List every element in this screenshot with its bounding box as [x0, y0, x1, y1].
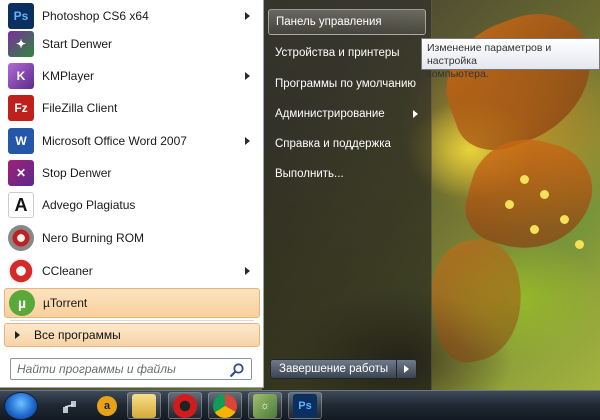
denwer-start-icon: ✦ [8, 31, 34, 57]
submenu-arrow-icon [245, 12, 250, 20]
tooltip-line: компьютера. [427, 68, 489, 80]
program-label: Microsoft Office Word 2007 [42, 134, 187, 148]
photoshop-taskbar-icon[interactable]: Ps [293, 394, 317, 418]
devices-printers-link[interactable]: Устройства и принтеры [268, 40, 426, 66]
program-label: Nero Burning ROM [42, 231, 145, 245]
ccleaner-icon [8, 258, 34, 284]
butterfly-wing [429, 0, 600, 163]
administration-link[interactable]: Администрирование [268, 101, 426, 127]
tooltip-line: Изменение параметров и настройка [427, 42, 552, 67]
wing-spot [560, 215, 569, 224]
program-label: KMPlayer [42, 69, 95, 83]
divider [10, 320, 254, 321]
wing-spot [520, 175, 529, 184]
opera-icon[interactable] [173, 394, 197, 418]
program-item-filezilla[interactable]: Fz FileZilla Client [4, 93, 260, 123]
explorer-folder-icon[interactable] [132, 394, 156, 418]
avast-icon[interactable]: a [97, 396, 117, 416]
submenu-arrow-icon [245, 137, 250, 145]
control-panel-link[interactable]: Панель управления [268, 9, 426, 35]
triangle-right-icon [15, 331, 20, 339]
run-link[interactable]: Выполнить... [268, 161, 426, 187]
filezilla-icon: Fz [8, 95, 34, 121]
photoshop-icon: Ps [8, 3, 34, 29]
nero-icon [8, 225, 34, 251]
shutdown-button[interactable]: Завершение работы [270, 359, 398, 379]
denwer-taskbar-icon[interactable]: ☼ [253, 394, 277, 418]
start-menu-left-pane: Ps Photoshop CS6 x64 ✦ Start Denwer K KM… [0, 0, 264, 388]
program-label: Photoshop CS6 x64 [42, 9, 149, 23]
program-item-utorrent[interactable]: µ µTorrent [4, 288, 260, 318]
kmplayer-icon: K [8, 63, 34, 89]
tooltip: Изменение параметров и настройка компьют… [421, 38, 600, 80]
program-item-ccleaner[interactable]: CCleaner [4, 256, 260, 286]
denwer-stop-icon: ✕ [8, 160, 34, 186]
program-label: µTorrent [43, 296, 88, 310]
all-programs-label: Все программы [34, 328, 121, 342]
program-item-photoshop[interactable]: Ps Photoshop CS6 x64 [4, 1, 260, 31]
chrome-icon[interactable] [213, 394, 237, 418]
start-orb-icon[interactable] [4, 392, 38, 420]
utorrent-icon: µ [9, 290, 35, 316]
search-box[interactable] [10, 358, 252, 380]
right-item-label: Администрирование [275, 108, 385, 120]
shutdown-label: Завершение работы [279, 363, 389, 375]
wing-spot [530, 225, 539, 234]
taskbar: a ☼ Ps [0, 390, 600, 420]
right-item-label: Справка и поддержка [275, 138, 391, 150]
submenu-arrow-icon [245, 72, 250, 80]
program-item-kmplayer[interactable]: K KMPlayer [4, 61, 260, 91]
all-programs-button[interactable]: Все программы [4, 323, 260, 347]
program-label: FileZilla Client [42, 101, 118, 115]
program-label: Stop Denwer [42, 166, 112, 180]
wing-spot [505, 200, 514, 209]
right-item-label: Устройства и принтеры [275, 47, 400, 59]
network-icon[interactable] [58, 394, 82, 418]
word-icon: W [8, 128, 34, 154]
search-icon[interactable] [229, 362, 245, 378]
triangle-right-icon [404, 365, 410, 373]
program-label: Advego Plagiatus [42, 198, 136, 212]
shutdown-options-button[interactable] [397, 359, 418, 379]
butterfly-wing [422, 233, 532, 367]
program-label: Start Denwer [42, 37, 113, 51]
help-support-link[interactable]: Справка и поддержка [268, 131, 426, 157]
program-item-start-denwer[interactable]: ✦ Start Denwer [4, 29, 260, 59]
program-item-advego[interactable]: A Advego Plagiatus [4, 190, 260, 220]
program-item-nero[interactable]: Nero Burning ROM [4, 223, 260, 253]
program-item-word[interactable]: W Microsoft Office Word 2007 [4, 126, 260, 156]
right-item-label: Выполнить... [275, 168, 344, 180]
default-programs-link[interactable]: Программы по умолчанию [268, 71, 426, 97]
search-input[interactable] [17, 360, 227, 378]
program-item-stop-denwer[interactable]: ✕ Stop Denwer [4, 158, 260, 188]
program-label: CCleaner [42, 264, 93, 278]
right-item-label: Панель управления [276, 16, 382, 28]
submenu-arrow-icon [245, 267, 250, 275]
wing-spot [575, 240, 584, 249]
advego-icon: A [8, 192, 34, 218]
submenu-arrow-icon [413, 110, 418, 118]
right-item-label: Программы по умолчанию [275, 78, 417, 90]
wing-spot [540, 190, 549, 199]
shutdown-group: Завершение работы [270, 359, 418, 379]
